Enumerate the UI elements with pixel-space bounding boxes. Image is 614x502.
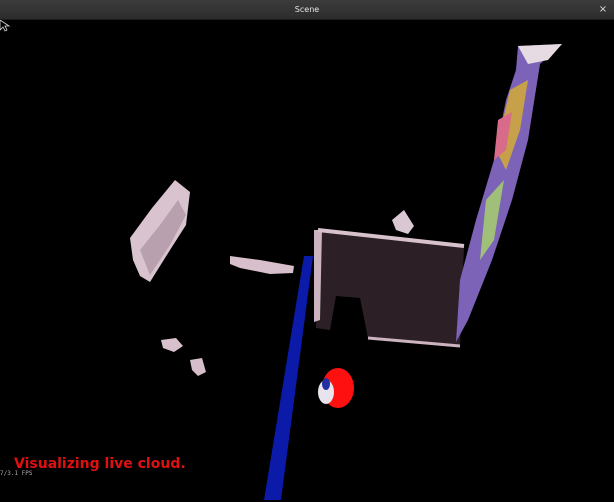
window-title: Scene: [294, 5, 320, 14]
cloud-cluster-box: [316, 230, 464, 346]
cloud-cluster-small-a: [161, 338, 183, 352]
cloud-cluster-object-blue: [322, 378, 330, 390]
close-icon[interactable]: ×: [596, 0, 610, 20]
point-cloud-canvas[interactable]: [0, 20, 614, 502]
title-bar[interactable]: Scene ×: [0, 0, 614, 20]
fps-counter: 7/3.1 FPS: [0, 470, 33, 477]
status-text: Visualizing live cloud.: [14, 456, 186, 472]
cloud-cluster-top-object: [392, 210, 414, 234]
scene-window: Scene × Visualizing live cloud. 7/3.1 FP…: [0, 0, 614, 502]
cloud-cluster-ledge: [230, 256, 294, 274]
cloud-cluster-small-b: [190, 358, 206, 376]
point-cloud-viewport[interactable]: [0, 20, 614, 502]
cloud-cluster-right-pillar: [456, 44, 562, 342]
axis-bar: [264, 256, 313, 500]
mouse-pointer-icon: [0, 20, 10, 32]
